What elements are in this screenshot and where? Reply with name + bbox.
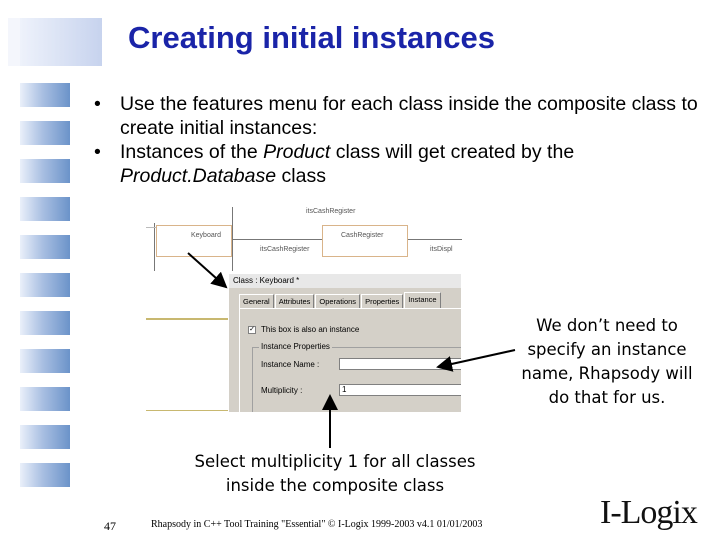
diagram-fragment: itsCashRegister Keyboard CashRegister it…: [146, 205, 462, 275]
tab-general[interactable]: General: [239, 294, 274, 308]
class-name-product: Product: [263, 141, 331, 163]
decorative-bar: [20, 197, 70, 221]
diagram-line: [146, 410, 228, 411]
instance-name-field[interactable]: [339, 358, 461, 370]
bullet-text-part: class: [276, 165, 326, 187]
instance-panel: ✓ This box is also an instance Instance …: [239, 308, 461, 412]
decorative-bar: [20, 121, 70, 145]
instance-name-label: Instance Name :: [261, 360, 320, 369]
decorative-bar: [20, 425, 70, 449]
tab-attributes[interactable]: Attributes: [274, 294, 315, 308]
group-label: Instance Properties: [259, 342, 332, 351]
bullet-list: • Use the features menu for each class i…: [94, 92, 704, 188]
dialog-tabs: General Attributes Operations Properties…: [239, 292, 442, 308]
class-dialog: Class : Keyboard * General Attributes Op…: [228, 274, 461, 412]
diagram-link: [408, 239, 462, 240]
bullet-text: Instances of the Product class will get …: [120, 140, 704, 188]
class-box-keyboard[interactable]: Keyboard: [156, 225, 232, 257]
decorative-bar: [20, 235, 70, 259]
tab-properties[interactable]: Properties: [361, 294, 404, 308]
class-box-label: CashRegister: [341, 232, 384, 239]
diagram-label: itsCashRegister: [306, 208, 356, 215]
bullet-text-part: class will get created by the: [330, 141, 575, 163]
instance-checkbox[interactable]: ✓: [248, 325, 256, 334]
class-name-product-database: Product.Database: [120, 165, 277, 187]
decorative-bar: [20, 463, 70, 487]
decorative-square: [20, 18, 102, 66]
decorative-bar: [20, 349, 70, 373]
callout-instance-name: We don’t need to specify an instance nam…: [521, 316, 693, 407]
instance-properties-group: Instance Properties Instance Name : Mult…: [252, 342, 461, 412]
multiplicity-field[interactable]: 1: [339, 384, 461, 396]
decorative-bar: [20, 159, 70, 183]
decorative-bar: [20, 273, 70, 297]
diagram-label: itsDispl: [430, 246, 453, 253]
class-box-cashregister[interactable]: CashRegister: [322, 225, 408, 257]
page-number: 47: [104, 519, 116, 533]
bullet-item: • Use the features menu for each class i…: [94, 92, 704, 140]
bullet-text: Use the features menu for each class ins…: [120, 93, 698, 139]
bullet-item: • Instances of the Product class will ge…: [94, 140, 704, 188]
diagram-label: itsCashRegister: [260, 246, 310, 253]
multiplicity-label: Multiplicity :: [261, 386, 303, 395]
decorative-bar: [20, 387, 70, 411]
bullet-text-part: Instances of the: [120, 141, 264, 163]
instance-checkbox-label: This box is also an instance: [261, 325, 360, 334]
decorative-bar: [20, 83, 70, 107]
diagram-line: [154, 223, 155, 271]
instance-checkbox-row[interactable]: ✓ This box is also an instance: [248, 325, 359, 334]
ilogix-logo: I-Logix: [600, 494, 698, 531]
footer-text: Rhapsody in C++ Tool Training "Essential…: [151, 519, 483, 530]
decorative-bar: [20, 311, 70, 335]
decorative-strip: [8, 18, 20, 66]
dialog-title: Class : Keyboard *: [229, 274, 461, 288]
callout-multiplicity: Select multiplicity 1 for all classes in…: [194, 452, 476, 495]
slide-title: Creating initial instances: [128, 20, 495, 55]
diagram-link: [232, 239, 322, 240]
bullet-marker: •: [94, 93, 101, 115]
class-box-label: Keyboard: [191, 232, 221, 239]
diagram-line: [146, 318, 228, 320]
tab-instance[interactable]: Instance: [404, 292, 441, 308]
tab-operations[interactable]: Operations: [315, 294, 361, 308]
bullet-marker: •: [94, 141, 101, 163]
